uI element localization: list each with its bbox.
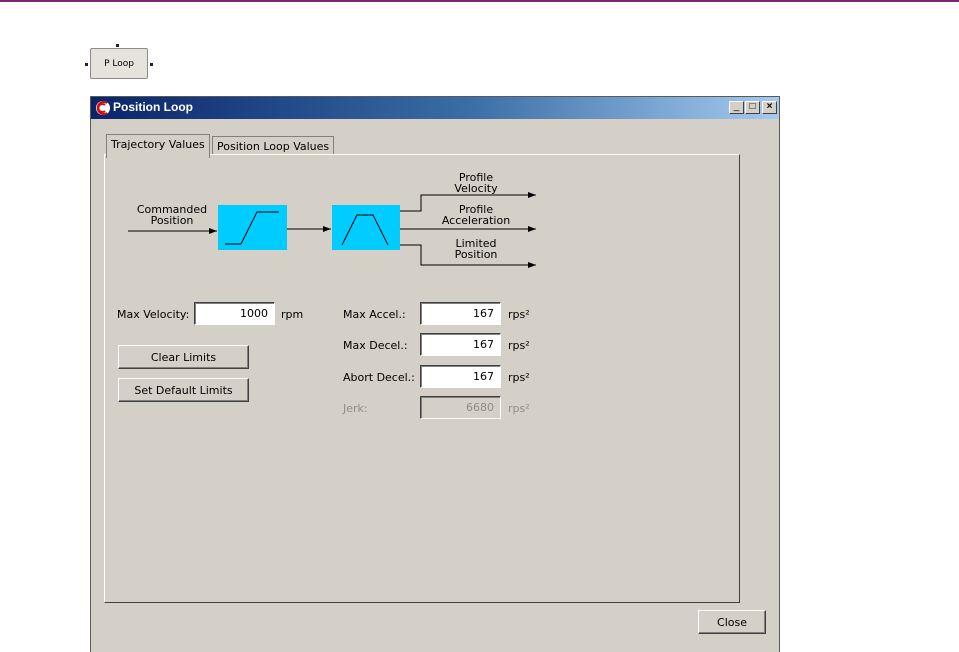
limited-position-label: Limited Position [439,238,513,260]
abort-decel-unit: rps² [508,371,530,384]
output-label-line: Position [454,248,498,261]
set-default-limits-button[interactable]: Set Default Limits [118,378,249,402]
abort-decel-input[interactable]: 167 [420,365,501,388]
abort-decel-label: Abort Decel.: [343,371,415,384]
p-loop-button[interactable]: P Loop [90,48,148,79]
connector-tick [150,63,153,66]
connector-tick [116,44,119,47]
jerk-unit: rps² [508,402,530,415]
max-decel-label: Max Decel.: [343,339,408,352]
max-velocity-input[interactable]: 1000 [194,302,275,325]
connector-tick [85,63,88,66]
profile-block [332,205,400,250]
commanded-position-label: Commanded Position [135,204,209,226]
profile-velocity-label: Profile Velocity [439,172,513,194]
close-button[interactable]: Close [698,610,766,634]
jerk-label: Jerk: [343,402,368,415]
profile-acceleration-label: Profile Acceleration [429,204,523,226]
max-decel-unit: rps² [508,339,530,352]
max-accel-input[interactable]: 167 [420,302,501,325]
max-accel-label: Max Accel.: [343,308,406,321]
max-velocity-unit: rpm [281,308,304,321]
position-loop-window: Position Loop _ □ × Trajectory Values Po… [90,96,780,652]
output-label-line: Acceleration [441,214,511,227]
clear-limits-button[interactable]: Clear Limits [118,345,249,369]
output-label-line: Velocity [454,182,498,195]
max-velocity-label: Max Velocity: [117,308,190,321]
top-divider-line [0,0,959,2]
jerk-input: 6680 [420,396,501,419]
max-accel-unit: rps² [508,308,530,321]
tab-trajectory-values[interactable]: Trajectory Values [106,134,210,158]
max-decel-input[interactable]: 167 [420,333,501,356]
input-label-line: Position [150,214,194,227]
trajectory-block-diagram [128,192,536,268]
